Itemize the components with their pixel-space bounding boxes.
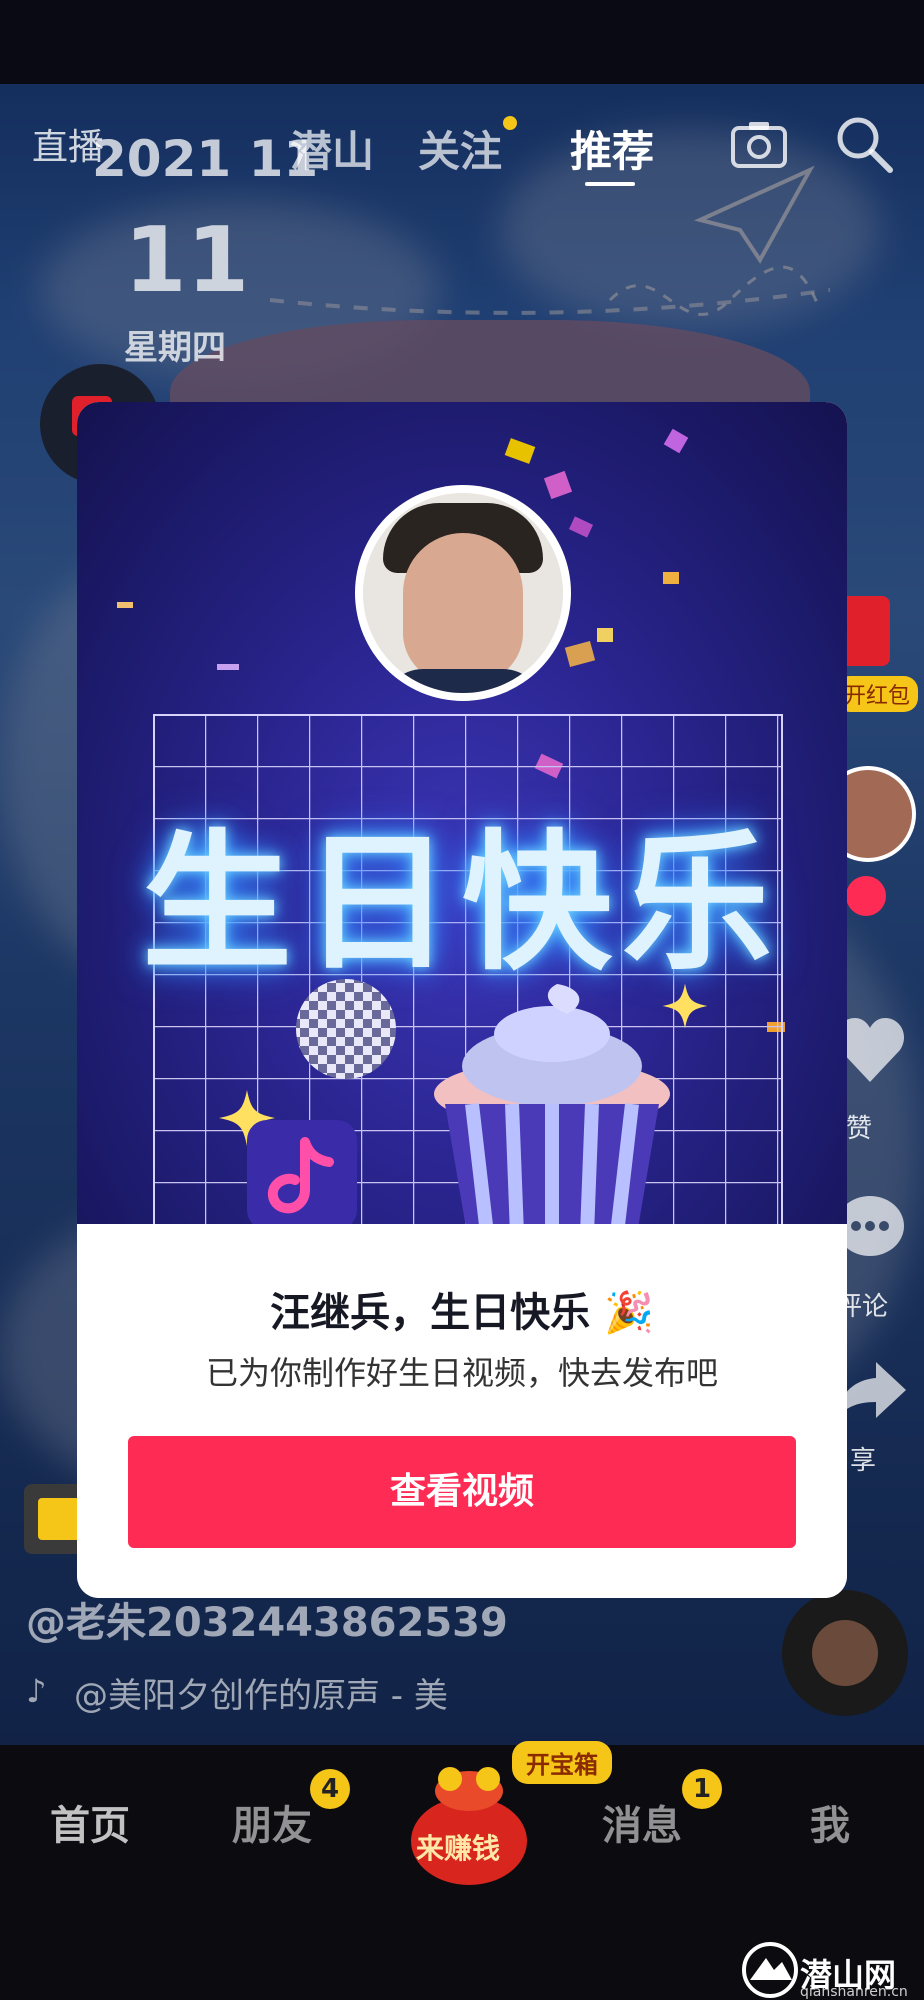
nav-messages[interactable]: 消息 xyxy=(602,1793,682,1851)
feed-date-weekday: 星期四 xyxy=(124,328,226,368)
modal-content: 汪继兵，生日快乐 🎉 已为你制作好生日视频，快去发布吧 查看视频 xyxy=(77,1224,847,1598)
status-bar-area xyxy=(0,0,924,84)
red-packet-icon[interactable] xyxy=(840,596,890,666)
product-tag-inner xyxy=(38,1498,80,1540)
like-label: 赞 xyxy=(846,1114,873,1144)
site-logo-icon xyxy=(742,1942,798,1998)
confetti xyxy=(564,640,596,668)
modal-title-text: 汪继兵，生日快乐 xyxy=(270,1290,591,1336)
avatar-shirt xyxy=(383,669,543,693)
confetti xyxy=(217,664,239,670)
party-popper-icon: 🎉 xyxy=(604,1290,654,1336)
feed-date-year-month: 2021 11 xyxy=(92,130,319,188)
search-icon[interactable] xyxy=(832,112,896,176)
view-video-button[interactable]: 查看视频 xyxy=(128,1436,796,1548)
share-label: 享 xyxy=(850,1446,877,1476)
cupcake-illustration xyxy=(434,984,670,1224)
birthday-neon-title: 生日快乐 xyxy=(141,817,782,991)
confetti xyxy=(504,438,536,464)
user-avatar xyxy=(355,485,571,701)
messages-badge: 1 xyxy=(682,1769,722,1809)
music-title[interactable]: @美阳夕创作的原声 - 美 xyxy=(74,1668,448,1717)
earn-money-label: 来赚钱 xyxy=(416,1832,501,1865)
music-disc-icon[interactable] xyxy=(782,1590,908,1716)
modal-subtitle: 已为你制作好生日视频，快去发布吧 xyxy=(205,1354,718,1392)
friends-badge: 4 xyxy=(310,1769,350,1809)
user-avatar-photo xyxy=(363,493,563,693)
tab-following[interactable]: 关注 xyxy=(418,118,502,179)
avatar-face xyxy=(403,533,523,683)
nav-me[interactable]: 我 xyxy=(810,1793,850,1851)
birthday-artwork: 生日快乐 xyxy=(77,402,847,1224)
active-tab-indicator xyxy=(585,182,635,186)
tab-recommend[interactable]: 推荐 xyxy=(570,118,654,179)
confetti xyxy=(597,628,613,642)
nav-home[interactable]: 首页 xyxy=(50,1793,130,1851)
birthday-modal: 生日快乐 汪继兵，生日快乐 🎉 已为你制作好生日视频，快去发布吧 查看视频 xyxy=(77,402,847,1598)
following-dot-badge xyxy=(503,116,517,130)
tiktok-icon xyxy=(267,1137,334,1214)
confetti xyxy=(663,428,689,454)
red-packet-label[interactable]: 开红包 xyxy=(836,676,919,712)
author-handle[interactable]: @老朱2032443862539 xyxy=(26,1590,508,1648)
treasure-chest-tag[interactable]: 开宝箱 xyxy=(512,1741,612,1784)
confetti xyxy=(568,516,594,538)
modal-title: 汪继兵，生日快乐 🎉 xyxy=(77,1280,847,1338)
camera-icon[interactable] xyxy=(727,112,791,176)
follow-plus-icon[interactable] xyxy=(846,876,886,916)
confetti xyxy=(543,470,573,500)
feed-date-day: 11 xyxy=(124,208,250,313)
confetti xyxy=(663,572,679,584)
music-note-icon: ♪ xyxy=(26,1672,47,1710)
site-watermark-domain: qianshanren.cn xyxy=(800,1984,908,2000)
tiktok-logo-block xyxy=(247,1120,357,1224)
confetti xyxy=(117,602,133,608)
disco-ball-icon xyxy=(296,979,396,1079)
nav-friends[interactable]: 朋友 xyxy=(232,1793,312,1851)
music-disc-cover xyxy=(812,1620,878,1686)
